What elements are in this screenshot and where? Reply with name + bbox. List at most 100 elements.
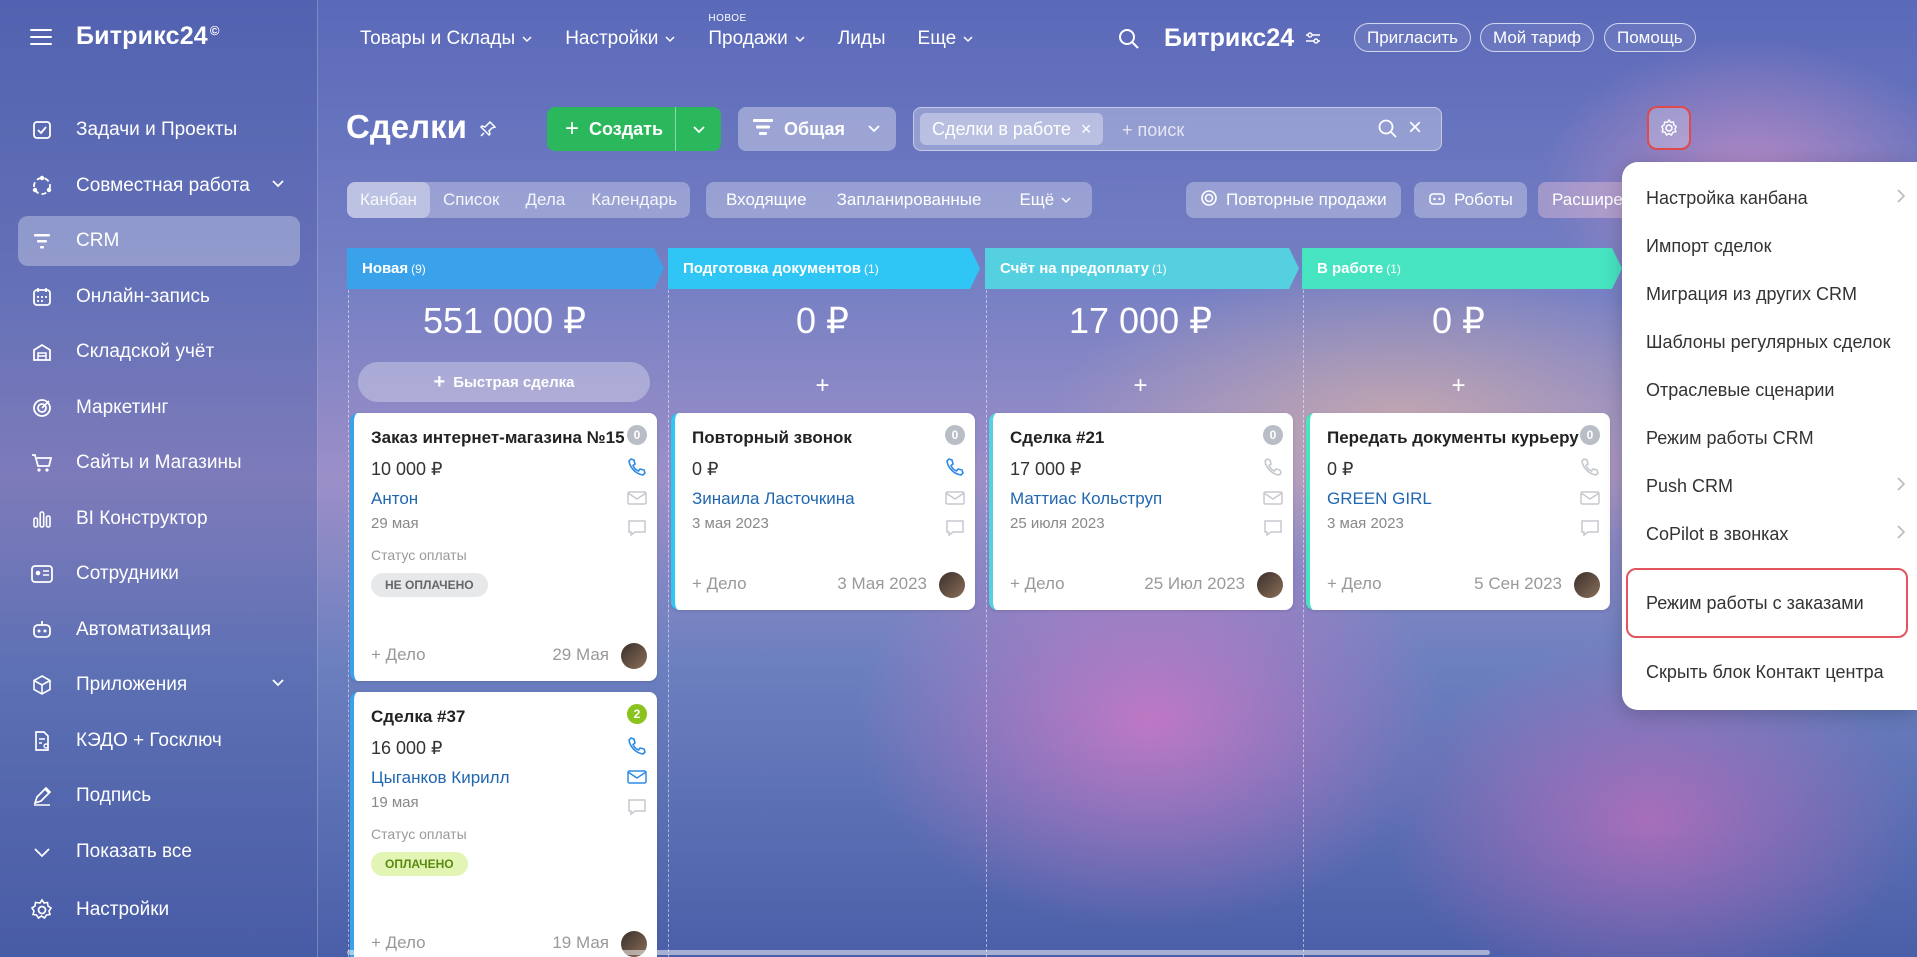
column-header-new[interactable]: Новая (9) — [347, 248, 664, 289]
sidebar-item-apps[interactable]: Приложения — [18, 660, 300, 710]
menu-item-migration[interactable]: Миграция из других CRM — [1646, 284, 1906, 305]
tab-activities[interactable]: Дела — [513, 182, 579, 218]
help-button[interactable]: Помощь — [1604, 23, 1696, 52]
chat-icon[interactable] — [1263, 519, 1283, 542]
mail-icon[interactable] — [1263, 490, 1283, 511]
search-icon[interactable] — [1118, 28, 1140, 55]
sidebar-item-booking[interactable]: Онлайн-запись — [18, 272, 300, 322]
chat-icon[interactable] — [1580, 519, 1600, 542]
search-input[interactable]: + поиск — [1122, 120, 1184, 141]
filter-tag[interactable]: Сделки в работе × — [920, 113, 1104, 145]
add-activity-link[interactable]: + Дело — [692, 574, 747, 594]
topnav-settings[interactable]: Настройки — [565, 28, 676, 50]
search-filter-field[interactable]: Сделки в работе × + поиск × — [913, 107, 1442, 151]
kanban-settings-gear-button[interactable] — [1647, 106, 1691, 150]
column-header-prepay[interactable]: Счёт на предоплату (1) — [985, 248, 1299, 289]
menu-item-push-crm[interactable]: Push CRM — [1646, 476, 1906, 497]
sidebar-item-kedo[interactable]: КЭДО + Госключ — [18, 716, 300, 766]
deal-title[interactable]: Сделка #21 — [1010, 428, 1104, 448]
menu-item-industry-scenarios[interactable]: Отраслевые сценарии — [1646, 380, 1906, 401]
deal-contact-link[interactable]: Цыганков Кирилл — [371, 768, 510, 788]
column-header-inwork[interactable]: В работе (1) — [1302, 248, 1622, 289]
sidebar-item-collab[interactable]: Совместная работа — [18, 161, 300, 211]
invite-button[interactable]: Пригласить — [1354, 23, 1472, 52]
tab-incoming[interactable]: Входящие — [706, 190, 817, 210]
topnav-sales[interactable]: НОВОЕ Продажи — [708, 13, 805, 50]
mail-icon[interactable] — [1580, 490, 1600, 511]
phone-icon[interactable] — [627, 457, 647, 482]
deal-contact-link[interactable]: Маттиас Кольструп — [1010, 489, 1162, 509]
chat-icon[interactable] — [627, 519, 647, 542]
menu-item-import[interactable]: Импорт сделок — [1646, 236, 1906, 257]
avatar[interactable] — [1574, 572, 1600, 598]
deal-contact-link[interactable]: GREEN GIRL — [1327, 489, 1432, 509]
phone-icon[interactable] — [945, 457, 965, 482]
tab-list[interactable]: Список — [430, 182, 513, 218]
clear-icon[interactable]: × — [1408, 114, 1422, 142]
sidebar-item-employees[interactable]: Сотрудники — [18, 549, 300, 599]
deal-card[interactable]: Сделка #21 0 17 000 ₽ Маттиас Кольструп … — [989, 413, 1293, 610]
avatar[interactable] — [1257, 572, 1283, 598]
deal-card[interactable]: Заказ интернет-магазина №15 0 10 000 ₽ А… — [350, 413, 657, 681]
repeat-sales-button[interactable]: Повторные продажи — [1186, 182, 1401, 218]
add-activity-link[interactable]: + Дело — [1010, 574, 1065, 594]
tab-planned[interactable]: Запланированные — [817, 190, 992, 210]
mail-icon[interactable] — [627, 769, 647, 790]
mail-icon[interactable] — [945, 490, 965, 511]
deal-card[interactable]: Сделка #37 2 16 000 ₽ Цыганков Кирилл 19… — [350, 692, 657, 957]
add-deal-plus-icon[interactable]: + — [670, 372, 975, 400]
sidebar-item-show-all[interactable]: Показать все — [18, 827, 300, 877]
menu-burger-icon[interactable] — [30, 28, 52, 45]
deal-title[interactable]: Сделка #37 — [371, 707, 465, 727]
tab-more[interactable]: Ещё — [999, 190, 1082, 210]
sidebar-item-warehouse[interactable]: Складской учёт — [18, 327, 300, 377]
menu-item-orders-mode[interactable]: Режим работы с заказами — [1646, 593, 1906, 614]
sidebar-settings[interactable]: Настройки — [30, 898, 169, 922]
topnav-goods[interactable]: Товары и Склады — [360, 28, 533, 50]
add-activity-link[interactable]: + Дело — [1327, 574, 1382, 594]
add-deal-plus-icon[interactable]: + — [988, 372, 1293, 400]
topnav-leads[interactable]: Лиды — [838, 28, 886, 50]
avatar[interactable] — [939, 572, 965, 598]
phone-icon[interactable] — [627, 736, 647, 761]
search-icon[interactable] — [1378, 119, 1398, 144]
tariff-button[interactable]: Мой тариф — [1480, 23, 1595, 52]
menu-item-kanban-settings[interactable]: Настройка канбана — [1646, 188, 1906, 209]
deal-contact-link[interactable]: Зинаила Ласточкина — [692, 489, 855, 509]
robots-button[interactable]: Роботы — [1414, 182, 1527, 218]
sidebar-item-marketing[interactable]: Маркетинг — [18, 383, 300, 433]
menu-item-copilot-calls[interactable]: CoPilot в звонках — [1646, 524, 1906, 545]
category-filter-button[interactable]: Общая — [738, 107, 896, 151]
menu-item-recurring-templates[interactable]: Шаблоны регулярных сделок — [1646, 332, 1906, 353]
create-button[interactable]: + Создать — [547, 107, 721, 151]
deal-contact-link[interactable]: Антон — [371, 489, 418, 509]
menu-item-hide-contact-center[interactable]: Скрыть блок Контакт центра — [1646, 662, 1906, 683]
brand-logo-top[interactable]: Битрикс24 — [1164, 24, 1322, 53]
avatar[interactable] — [621, 643, 647, 669]
add-deal-plus-icon[interactable]: + — [1306, 372, 1611, 400]
add-activity-link[interactable]: + Дело — [371, 645, 426, 665]
sidebar-item-tasks[interactable]: Задачи и Проекты — [18, 105, 300, 155]
tab-kanban[interactable]: Канбан — [347, 182, 430, 218]
mail-icon[interactable] — [627, 490, 647, 511]
phone-icon[interactable] — [1580, 457, 1600, 482]
quick-deal-button[interactable]: + Быстрая сделка — [358, 362, 650, 402]
tab-calendar[interactable]: Календарь — [578, 182, 690, 218]
sidebar-item-automation[interactable]: Автоматизация — [18, 605, 300, 655]
deal-title[interactable]: Повторный звонок — [692, 428, 852, 448]
create-main[interactable]: + Создать — [547, 115, 675, 143]
create-dropdown-chevron-icon[interactable] — [675, 107, 721, 151]
menu-item-crm-mode[interactable]: Режим работы CRM — [1646, 428, 1906, 449]
deal-title[interactable]: Передать документы курьеру — [1327, 428, 1579, 448]
deal-title[interactable]: Заказ интернет-магазина №15 — [371, 428, 625, 448]
pin-icon[interactable] — [479, 108, 497, 146]
deal-card[interactable]: Передать документы курьеру 0 0 ₽ GREEN G… — [1306, 413, 1610, 610]
deal-card[interactable]: Повторный звонок 0 0 ₽ Зинаила Ласточкин… — [671, 413, 975, 610]
column-header-docs[interactable]: Подготовка документов (1) — [668, 248, 980, 289]
sidebar-item-crm[interactable]: CRM — [18, 216, 300, 266]
sidebar-item-sign[interactable]: Подпись — [18, 771, 300, 821]
chat-icon[interactable] — [945, 519, 965, 542]
phone-icon[interactable] — [1263, 457, 1283, 482]
sidebar-item-sites[interactable]: Сайты и Магазины — [18, 438, 300, 488]
tag-close-icon[interactable]: × — [1081, 119, 1092, 140]
